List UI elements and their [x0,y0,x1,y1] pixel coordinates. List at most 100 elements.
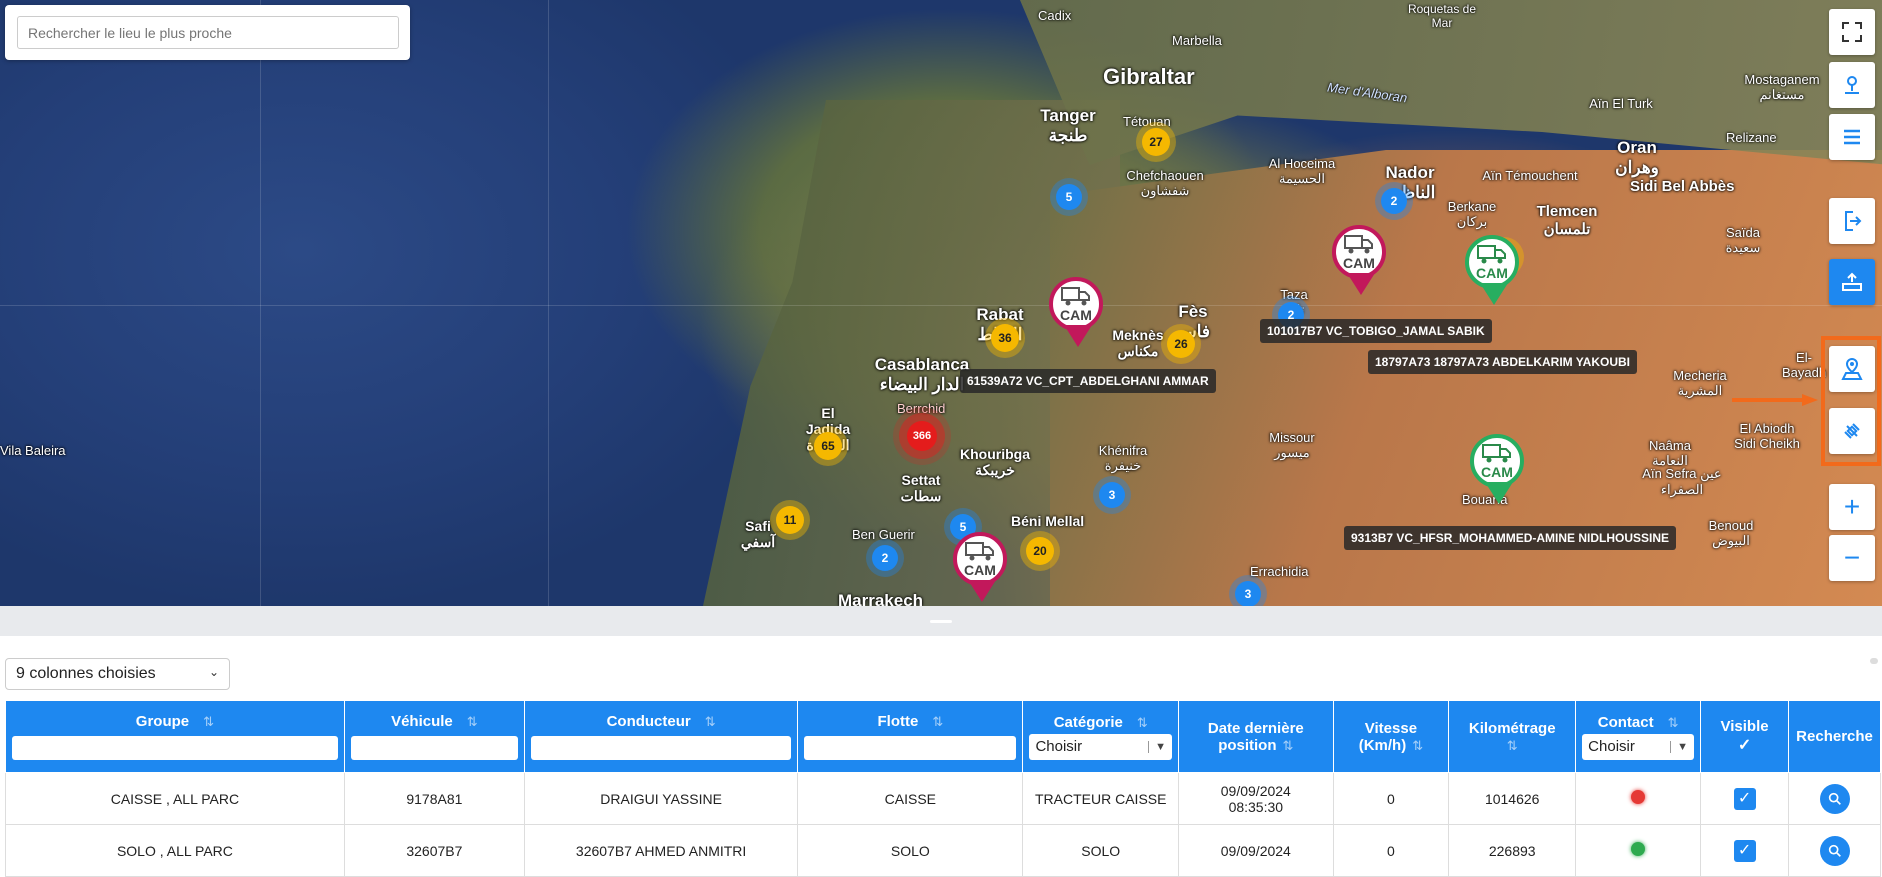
city-label: Relizane [1726,130,1777,145]
city-label: Sidi Bel Abbès [1630,178,1735,195]
cell-date: 09/09/2024 [1178,824,1334,877]
city-label: Roquetas de Mar [1407,2,1477,30]
satellite-icon [1844,423,1860,439]
table-row[interactable]: SOLO , ALL PARC 32607B7 32607B7 AHMED AN… [5,824,1881,877]
cluster-marker[interactable]: 2 [872,545,898,571]
truck-icon [1482,444,1511,463]
panel-splitter[interactable] [0,606,1882,636]
zoom-out-button[interactable]: − [1829,535,1875,581]
cell-km: 226893 [1448,824,1577,877]
cluster-marker[interactable]: 2 [1381,188,1407,214]
list-button[interactable] [1829,114,1875,160]
person-pin-button[interactable] [1829,62,1875,108]
cell-conducteur: 32607B7 AHMED ANMITRI [523,824,799,877]
cluster-marker[interactable]: 11 [776,506,804,534]
visible-checkbox[interactable]: ✓ [1733,839,1756,862]
city-label: Benoud البيوض [1708,518,1754,548]
filter-vehicule[interactable] [350,736,518,760]
vehicle-pin[interactable]: CAM [1332,225,1390,303]
cluster-marker[interactable]: 26 [1167,330,1195,358]
cluster-marker[interactable]: 36 [991,324,1019,352]
col-vitesse[interactable]: Vitesse (Km/h) ⇅ [1332,700,1450,773]
col-recherche: Recherche [1788,700,1881,773]
cell-date: 09/09/2024 08:35:30 [1178,772,1334,825]
cluster-marker[interactable]: 3 [1235,581,1261,606]
cell-contact [1575,824,1702,877]
map-view[interactable]: Cadix Marbella Roquetas de Mar Gibraltar… [0,0,1882,606]
cell-vitesse: 0 [1332,772,1450,825]
layers-button[interactable] [1829,259,1875,305]
cluster-marker[interactable]: 3 [1099,482,1125,508]
cell-vehicule: 9178A81 [343,772,525,825]
col-date[interactable]: Date dernière position ⇅ [1178,700,1334,773]
columns-selector[interactable]: 9 colonnes choisies ⌄ [5,658,230,690]
person-pin-icon [1845,76,1859,94]
row-search-button[interactable] [1819,783,1850,814]
cell-visible[interactable]: ✓ [1700,824,1790,877]
cell-vitesse: 0 [1332,824,1450,877]
vehicle-label: 9313B7 VC_HFSR_MOHAMMED-AMINE NIDLHOUSSI… [1344,526,1677,550]
table-row[interactable]: CAISSE , ALL PARC 9178A81 DRAIGUI YASSIN… [5,772,1881,825]
col-conducteur[interactable]: Conducteur ⇅ [523,700,799,773]
cell-recherche[interactable] [1788,772,1881,825]
city-label: Saïda سعيدة [1725,225,1761,255]
vehicles-table: Groupe ⇅ Véhicule ⇅ Conducteur ⇅ Flotte ⇅ Ca… [5,700,1881,877]
city-label: Missour ميسور [1269,430,1315,460]
city-label: Casablanca الدار البيضاء [874,355,970,394]
place-search-input[interactable] [17,16,399,49]
city-label: Khouribga خريبكة [960,446,1030,478]
city-label: Cadix [1038,8,1072,23]
fullscreen-icon [1842,22,1862,42]
satellite-button[interactable] [1829,408,1875,454]
truck-icon [1344,235,1373,254]
truck-icon [1061,287,1090,306]
filter-categorie-select[interactable]: Choisir ▼ [1029,733,1173,760]
row-search-button[interactable] [1819,835,1850,866]
grid-line [260,0,261,606]
cell-flotte: CAISSE [797,772,1024,825]
cell-recherche[interactable] [1788,824,1881,877]
layers-upload-icon [1842,272,1862,291]
cluster-marker[interactable]: 20 [1026,537,1054,565]
vehicle-pin[interactable]: CAM [1470,434,1528,512]
col-flotte[interactable]: Flotte ⇅ [797,700,1024,773]
filter-contact-select[interactable]: Choisir ▼ [1582,733,1695,760]
cluster-marker[interactable]: 65 [814,432,842,460]
cluster-marker[interactable]: 27 [1142,128,1170,156]
city-label: Berkane بركان [1447,199,1497,229]
col-vehicule[interactable]: Véhicule ⇅ [343,700,525,773]
vehicle-pin[interactable]: CAM [1465,235,1523,313]
splitter-grip[interactable] [930,620,952,623]
col-visible[interactable]: Visible ✓ [1700,700,1790,773]
vehicle-pin[interactable]: CAM [953,532,1011,606]
filter-flotte[interactable] [804,736,1017,760]
cell-visible[interactable]: ✓ [1700,772,1790,825]
scrollbar[interactable] [1870,658,1878,664]
city-label: Mostaganem مستغانم [1744,72,1820,102]
city-label: Naâma النعامة [1649,438,1691,468]
vehicle-label: 61539A72 VC_CPT_ABDELGHANI AMMAR [960,369,1216,393]
grid-line [548,0,549,606]
city-label: Tétouan [1123,114,1171,129]
fullscreen-button[interactable] [1829,9,1875,55]
exit-icon [1845,211,1862,231]
contact-status-dot [1631,790,1646,804]
search-icon [1828,844,1841,857]
col-km[interactable]: Kilométrage ⇅ [1448,700,1577,773]
exit-button[interactable] [1829,198,1875,244]
zoom-in-button[interactable]: + [1829,484,1875,530]
col-groupe[interactable]: Groupe ⇅ [5,700,345,773]
city-label: Tanger طنجة [1040,106,1096,145]
check-icon: ✓ [1737,737,1752,754]
geo-user-button[interactable] [1829,346,1875,392]
cell-vehicule: 32607B7 [343,824,525,877]
cluster-marker[interactable]: 5 [1056,184,1082,210]
filter-groupe[interactable] [12,736,338,760]
cluster-marker[interactable]: 366 [907,421,937,451]
col-contact[interactable]: Contact ⇅ Choisir ▼ [1575,700,1702,773]
col-categorie[interactable]: Catégorie ⇅ Choisir ▼ [1022,700,1180,773]
place-search-panel [5,5,410,60]
visible-checkbox[interactable]: ✓ [1733,787,1756,810]
filter-conducteur[interactable] [530,736,792,760]
vehicle-pin[interactable]: CAM [1049,277,1107,355]
